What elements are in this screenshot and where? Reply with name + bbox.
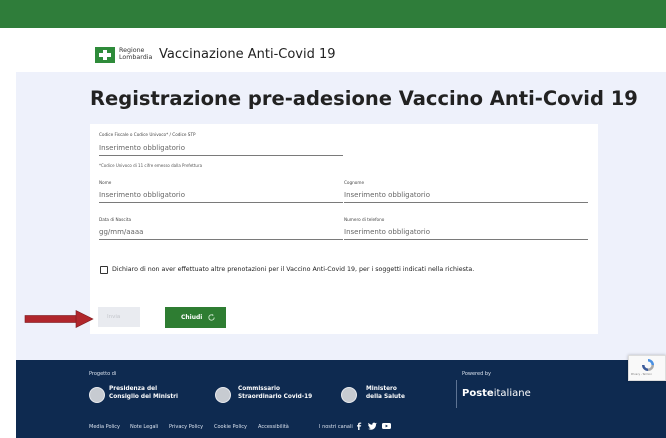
cognome-label: Cognome	[344, 180, 365, 185]
presidenza-seal-icon	[89, 387, 105, 403]
nome-label: Nome	[99, 180, 112, 185]
footer-separator	[456, 380, 457, 408]
nome-input[interactable]	[99, 188, 343, 203]
dichiarazione-checkbox[interactable]	[100, 266, 108, 274]
cognome-input[interactable]	[344, 188, 588, 203]
institution-line1: Presidenza del	[109, 386, 158, 392]
ministero-seal-icon	[341, 387, 357, 403]
logo-text: Regione Lombardia	[119, 47, 152, 61]
chiudi-label: Chiudi	[181, 314, 203, 321]
poste-italiane-logo: Posteitaliane	[462, 387, 531, 400]
recaptcha-badge[interactable]: Privacy - Termini	[628, 355, 666, 381]
refresh-icon	[208, 313, 215, 321]
institution-presidenza: Presidenza del Consiglio dei Ministri	[109, 385, 178, 401]
institution-line1: Commissario	[238, 386, 280, 392]
poste-bold: Poste	[462, 388, 494, 399]
telefono-input[interactable]	[344, 225, 588, 240]
page-title: Registrazione pre-adesione Vaccino Anti-…	[90, 87, 638, 110]
poste-rest: italiane	[493, 388, 531, 399]
twitter-icon[interactable]	[368, 422, 377, 430]
facebook-icon[interactable]	[356, 422, 362, 430]
codice-hint: *Codice Univoco di 11 cifre emesso dalla…	[99, 163, 203, 168]
main-area: Registrazione pre-adesione Vaccino Anti-…	[16, 72, 666, 360]
logo-line1: Regione	[119, 47, 145, 54]
institution-line2: della Salute	[366, 394, 405, 400]
logo-line2: Lombardia	[119, 54, 153, 61]
footer-link-accessibilita[interactable]: Accessibilità	[258, 424, 289, 430]
footer: Progetto di Presidenza del Consiglio dei…	[16, 360, 666, 438]
recaptcha-icon	[642, 359, 654, 371]
invia-button[interactable]: Invia	[98, 307, 140, 327]
youtube-icon[interactable]	[382, 422, 391, 430]
header: Regione Lombardia Vaccinazione Anti-Covi…	[16, 38, 666, 72]
institution-line2: Straordinario Covid-19	[238, 394, 313, 400]
institution-commissario: Commissario Straordinario Covid-19	[238, 385, 312, 401]
institution-line1: Ministero	[366, 386, 397, 392]
chiudi-button[interactable]: Chiudi	[165, 307, 226, 328]
social-label: I nostri canali	[319, 424, 353, 430]
institution-ministero: Ministero della Salute	[366, 385, 405, 401]
progetto-label: Progetto di	[89, 371, 117, 377]
footer-link-privacy-policy[interactable]: Privacy Policy	[169, 424, 203, 430]
dichiarazione-label: Dichiaro di non aver effettuato altre pr…	[112, 266, 475, 273]
telefono-label: Numero di telefono	[344, 217, 385, 222]
recaptcha-text: Privacy - Termini	[631, 373, 652, 376]
arrow-icon	[24, 310, 94, 328]
form-card: Codice Fiscale o Codice Univoco* / Codic…	[90, 124, 598, 334]
data-nascita-input[interactable]	[99, 225, 343, 240]
header-title: Vaccinazione Anti-Covid 19	[159, 47, 336, 62]
codice-input[interactable]	[99, 141, 343, 156]
regione-lombardia-logo-icon	[95, 47, 115, 63]
footer-link-media-policy[interactable]: Media Policy	[89, 424, 120, 430]
codice-label: Codice Fiscale o Codice Univoco* / Codic…	[99, 132, 196, 137]
commissario-seal-icon	[215, 387, 231, 403]
data-nascita-label: Data di Nascita	[99, 217, 132, 222]
footer-link-note-legali[interactable]: Note Legali	[130, 424, 158, 430]
institution-line2: Consiglio dei Ministri	[109, 394, 178, 400]
footer-link-cookie-policy[interactable]: Cookie Policy	[214, 424, 247, 430]
top-band	[0, 0, 666, 28]
powered-by-label: Powered by	[462, 371, 491, 377]
page: Regione Lombardia Vaccinazione Anti-Covi…	[0, 0, 666, 438]
